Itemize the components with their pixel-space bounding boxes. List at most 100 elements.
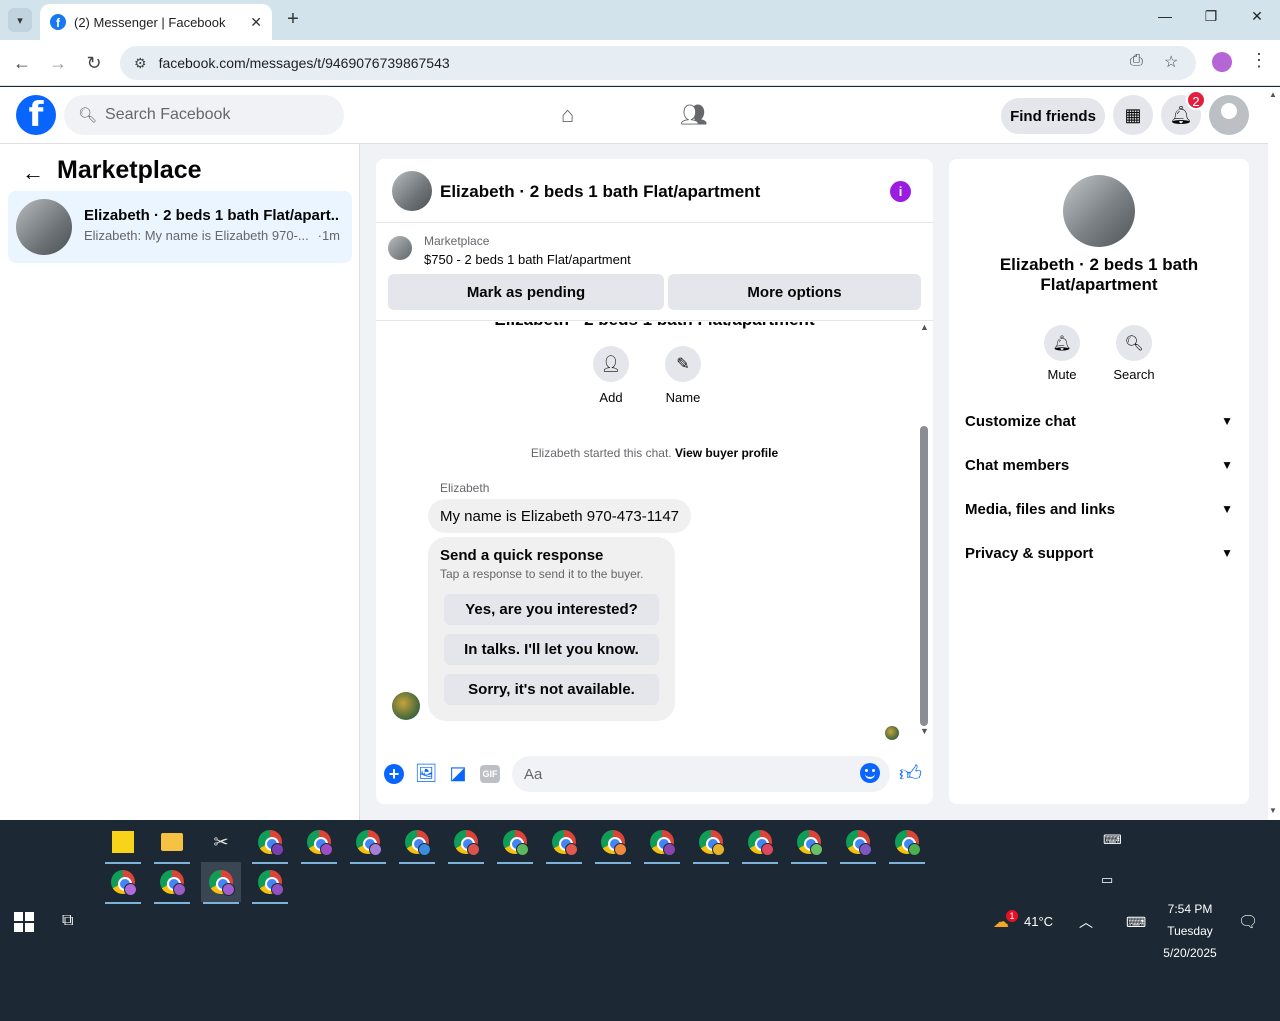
section-label: Media, files and links: [965, 500, 1116, 518]
facebook-search-input[interactable]: 🔍︎ Search Facebook: [64, 95, 344, 135]
media-files-links-section[interactable]: Media, files and links ▼: [965, 497, 1233, 521]
chrome-icon[interactable]: [691, 822, 731, 864]
task-view-icon[interactable]: ⧉: [62, 912, 73, 930]
windows-start-icon[interactable]: [14, 912, 34, 932]
restore-icon[interactable]: ❐: [1196, 8, 1226, 25]
weather-temperature[interactable]: 41°C: [1024, 914, 1053, 929]
chrome-icon[interactable]: [103, 862, 143, 904]
chrome-icon[interactable]: [250, 822, 290, 864]
info-icon[interactable]: i: [890, 181, 911, 202]
quick-reply-button[interactable]: In talks. I'll let you know.: [444, 634, 659, 665]
gif-icon[interactable]: GIF: [480, 765, 500, 783]
show-hidden-icons-icon[interactable]: ︿: [1079, 912, 1093, 932]
browser-menu-icon[interactable]: ⋮: [1250, 50, 1268, 71]
page-scroll-down-icon[interactable]: ▼: [1269, 806, 1277, 815]
page-scrollbar[interactable]: [1268, 87, 1280, 820]
chrome-icon[interactable]: [397, 822, 437, 864]
add-person-icon: 👤︎: [593, 346, 629, 382]
forward-icon[interactable]: →: [46, 51, 70, 75]
close-window-icon[interactable]: ✕: [1242, 8, 1272, 25]
chrome-icon[interactable]: [495, 822, 535, 864]
thumbs-up-icon[interactable]: 👍︎: [899, 760, 922, 787]
account-avatar[interactable]: [1209, 95, 1249, 135]
reload-icon[interactable]: ↻: [82, 51, 106, 75]
minimize-icon[interactable]: —: [1150, 8, 1180, 24]
chrome-icon[interactable]: [201, 862, 241, 904]
system-clock[interactable]: 7:54 PM Tuesday 5/20/2025: [1150, 898, 1230, 964]
search-button[interactable]: 🔍︎ Search: [1104, 325, 1164, 382]
page-scroll-up-icon[interactable]: ▲: [1269, 90, 1277, 99]
privacy-support-section[interactable]: Privacy & support ▼: [965, 541, 1233, 565]
chat-avatar[interactable]: [392, 171, 432, 211]
add-button[interactable]: 👤︎ Add: [581, 346, 641, 405]
browser-profile-avatar[interactable]: [1212, 52, 1232, 72]
more-options-button[interactable]: More options: [668, 274, 921, 310]
listing-thumbnail[interactable]: [388, 236, 412, 260]
thread-scrollbar[interactable]: ▲ ▼: [918, 322, 930, 740]
chrome-icon[interactable]: [838, 822, 878, 864]
find-friends-button[interactable]: Find friends: [1001, 98, 1105, 134]
photo-icon[interactable]: 🖼︎: [415, 762, 438, 784]
plus-icon[interactable]: +: [384, 764, 404, 784]
chrome-icon[interactable]: [740, 822, 780, 864]
chrome-icon[interactable]: [887, 822, 927, 864]
chrome-icon[interactable]: [544, 822, 584, 864]
chrome-icon[interactable]: [348, 822, 388, 864]
message-bubble[interactable]: My name is Elizabeth 970-473-1147: [428, 499, 692, 533]
tab-close-icon[interactable]: ✕: [250, 14, 262, 31]
started-text: Elizabeth started this chat.: [530, 446, 672, 460]
customize-chat-section[interactable]: Customize chat ▼: [965, 409, 1233, 433]
chrome-icon[interactable]: [642, 822, 682, 864]
back-arrow-icon[interactable]: ←: [22, 160, 44, 186]
home-icon[interactable]: ⌂: [561, 102, 574, 128]
chat-title[interactable]: Elizabeth · 2 beds 1 bath Flat/apartment: [440, 182, 760, 202]
chrome-icon[interactable]: [593, 822, 633, 864]
back-icon[interactable]: ←: [10, 51, 34, 75]
chrome-icon[interactable]: [789, 822, 829, 864]
site-info-icon[interactable]: ⚙: [134, 55, 147, 72]
chat-members-section[interactable]: Chat members ▼: [965, 453, 1233, 477]
scroll-up-icon[interactable]: ▲: [920, 322, 929, 332]
address-bar[interactable]: ⚙ facebook.com/messages/t/94690767398675…: [120, 46, 1196, 80]
new-tab-icon[interactable]: +: [282, 8, 304, 30]
sticker-icon[interactable]: ◪: [447, 762, 469, 784]
mute-button[interactable]: 🔔︎ Mute: [1032, 325, 1092, 382]
pencil-icon: ✎: [665, 346, 701, 382]
view-buyer-profile-link[interactable]: View buyer profile: [675, 446, 778, 460]
quick-reply-button[interactable]: Yes, are you interested?: [444, 594, 659, 625]
chrome-icon[interactable]: [446, 822, 486, 864]
file-explorer-icon[interactable]: [152, 822, 192, 864]
quick-reply-button[interactable]: Sorry, it's not available.: [444, 674, 659, 705]
mark-as-pending-button[interactable]: Mark as pending: [388, 274, 664, 310]
meet-now-icon[interactable]: ⌨: [1103, 832, 1122, 848]
menu-grid-icon[interactable]: ▦: [1113, 95, 1153, 135]
notifications-center-icon[interactable]: 🗨︎: [1238, 912, 1258, 932]
conversation-item[interactable]: Elizabeth · 2 beds 1 bath Flat/apart... …: [8, 191, 352, 263]
tab-title: (2) Messenger | Facebook: [74, 14, 226, 30]
keyboard-icon[interactable]: ⌨: [1126, 914, 1146, 931]
chrome-icon[interactable]: [250, 862, 290, 904]
chrome-icon[interactable]: [152, 862, 192, 904]
message-input[interactable]: Aa: [512, 756, 890, 792]
snipping-tool-icon[interactable]: ✂: [201, 822, 241, 864]
chrome-icon[interactable]: [299, 822, 339, 864]
sender-avatar[interactable]: [392, 692, 420, 720]
bookmark-star-icon[interactable]: ☆: [1164, 52, 1178, 72]
install-app-icon[interactable]: ⎙: [1130, 52, 1143, 70]
thread-intro-title: Elizabeth · 2 beds 1 bath Flat/apartment: [376, 322, 933, 330]
section-label: Privacy & support: [965, 544, 1094, 562]
marketplace-listing-bar: Marketplace $750 - 2 beds 1 bath Flat/ap…: [376, 224, 933, 321]
scroll-thumb[interactable]: [920, 426, 928, 726]
facebook-logo-icon[interactable]: f: [16, 95, 56, 135]
friends-icon[interactable]: 👥︎: [680, 102, 708, 128]
sender-name: Elizabeth: [440, 481, 490, 495]
name-button[interactable]: ✎ Name: [653, 346, 713, 405]
sticky-notes-icon[interactable]: [103, 822, 143, 864]
browser-tab-messenger[interactable]: f (2) Messenger | Facebook ✕: [40, 4, 272, 40]
details-avatar[interactable]: [1063, 175, 1135, 247]
display-icon[interactable]: ▭: [1101, 872, 1113, 888]
listing-title[interactable]: $750 - 2 beds 1 bath Flat/apartment: [424, 252, 631, 267]
emoji-icon[interactable]: [860, 763, 880, 783]
tab-search-dropdown-icon[interactable]: ▾: [8, 8, 32, 32]
scroll-down-icon[interactable]: ▼: [920, 726, 929, 736]
